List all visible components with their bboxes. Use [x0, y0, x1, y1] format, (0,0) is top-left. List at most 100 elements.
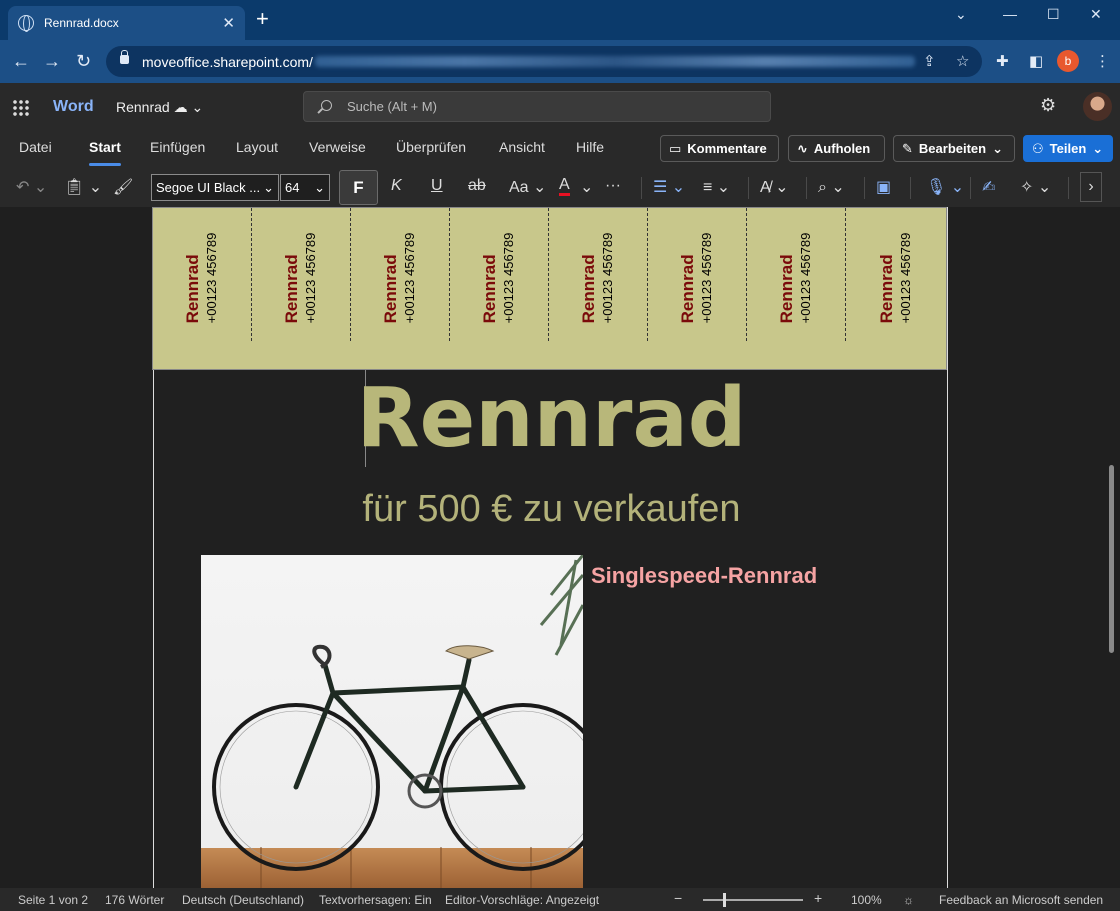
toolbar-divider	[748, 177, 749, 199]
chevron-down-icon: ⌄	[992, 140, 1004, 156]
tear-off-strip: Rennrad +00123 456789	[648, 208, 747, 341]
document-name[interactable]: Rennrad ☁ ⌄	[116, 99, 203, 116]
back-icon[interactable]: ←	[12, 51, 30, 72]
word-count[interactable]: 176 Wörter	[105, 893, 164, 907]
minimize-icon[interactable]: —	[1003, 6, 1017, 22]
bold-button[interactable]: F	[339, 170, 378, 205]
find-icon[interactable]: ⌕ ⌄	[818, 177, 845, 197]
display-settings-icon[interactable]: ☼	[903, 893, 914, 907]
editor-icon[interactable]: ✍︎	[982, 177, 995, 197]
chevron-down-icon[interactable]: ⌄	[580, 177, 593, 197]
bookmark-star-icon[interactable]: ☆	[956, 52, 969, 70]
reload-icon[interactable]: ↻	[76, 51, 91, 72]
zoom-slider[interactable]	[703, 893, 803, 907]
text-predictions[interactable]: Textvorhersagen: Ein	[319, 893, 432, 907]
tear-off-strip: Rennrad +00123 456789	[747, 208, 846, 341]
editor-suggestions[interactable]: Editor-Vorschläge: Angezeigt	[445, 893, 599, 907]
feedback-link[interactable]: Feedback an Microsoft senden	[939, 893, 1103, 907]
tab-einfuegen[interactable]: Einfügen	[150, 139, 205, 155]
tab-verweise[interactable]: Verweise	[309, 139, 366, 155]
app-launcher-icon[interactable]	[12, 99, 29, 116]
vertical-scrollbar[interactable]	[1109, 465, 1114, 653]
toolbar-divider	[910, 177, 911, 199]
zoom-slider-knob[interactable]	[723, 893, 726, 907]
tear-off-strip: Rennrad +00123 456789	[252, 208, 351, 341]
tear-off-strip: Rennrad +00123 456789	[876, 232, 913, 324]
tear-off-strip: Rennrad +00123 456789	[549, 208, 648, 341]
document-canvas: Rennrad +00123 456789 Rennrad +00123 45678…	[0, 207, 1120, 888]
tear-off-strip: Rennrad +00123 456789	[351, 208, 450, 341]
zoom-out-icon[interactable]: −	[674, 890, 682, 906]
close-window-icon[interactable]: ✕	[1090, 6, 1102, 23]
language[interactable]: Deutsch (Deutschland)	[182, 893, 304, 907]
designer-wand-icon[interactable]: ✧ ⌄	[1020, 177, 1051, 197]
change-case-button[interactable]: Aa ⌄	[509, 177, 546, 197]
zoom-in-icon[interactable]: +	[814, 890, 822, 906]
toolbar-divider	[806, 177, 807, 199]
tear-off-strips: Rennrad +00123 456789 Rennrad +00123 45678…	[152, 207, 947, 370]
edit-mode-button[interactable]: ✎ Bearbeiten ⌄	[893, 135, 1015, 162]
ribbon-expand-chevron-icon[interactable]: ›	[1080, 172, 1102, 202]
url-host: moveoffice.sharepoint.com/	[142, 53, 313, 70]
align-icon[interactable]: ≡ ⌄	[703, 177, 730, 197]
bicycle-photo[interactable]	[201, 555, 583, 888]
bullets-icon[interactable]: ☰ ⌄	[653, 177, 685, 197]
bicycle-illustration	[212, 555, 583, 888]
strikethrough-button[interactable]: ab	[468, 177, 486, 195]
tab-ansicht[interactable]: Ansicht	[499, 139, 545, 155]
comments-button[interactable]: ▭ Kommentare	[660, 135, 779, 162]
share-button[interactable]: ⚇ Teilen ⌄	[1023, 135, 1113, 162]
profile-avatar[interactable]: b	[1057, 50, 1079, 72]
format-painter-icon[interactable]: 🖌︎	[113, 177, 133, 197]
italic-button[interactable]: K	[391, 177, 402, 195]
ribbon-tabs: Datei Start Einfügen Layout Verweise Übe…	[0, 129, 1120, 167]
browser-menu-icon[interactable]: ⋮	[1095, 52, 1110, 70]
cloud-sync-icon: ☁	[173, 99, 188, 115]
tab-start[interactable]: Start	[89, 139, 121, 166]
user-avatar[interactable]	[1083, 92, 1112, 121]
catchup-button[interactable]: ∿ Aufholen	[788, 135, 885, 162]
forward-icon[interactable]: →	[43, 51, 61, 72]
share-page-icon[interactable]: ⇪	[923, 52, 936, 70]
extensions-icon[interactable]: ✚	[996, 52, 1009, 70]
globe-icon	[18, 15, 34, 32]
tab-hilfe[interactable]: Hilfe	[576, 139, 604, 155]
tab-ueberpruefen[interactable]: Überprüfen	[396, 139, 466, 155]
url-field[interactable]: moveoffice.sharepoint.com/ ⇪ ☆	[106, 46, 982, 77]
paste-icon[interactable]: 📋︎ ⌄	[64, 177, 102, 197]
url-path-redacted	[314, 56, 915, 67]
tab-layout[interactable]: Layout	[236, 139, 278, 155]
price-subline[interactable]: für 500 € zu verkaufen	[154, 487, 949, 531]
reuse-files-icon[interactable]: ▣	[876, 177, 891, 197]
dictate-microphone-icon[interactable]: 🎙︎ ⌄	[926, 177, 964, 197]
formatting-toolbar: ↶ ⌄ 📋︎ ⌄ 🖌︎ Segoe UI Black ... ⌄ 64 ⌄ F K …	[0, 167, 1120, 207]
toolbar-divider	[970, 177, 971, 199]
tab-datei[interactable]: Datei	[19, 139, 52, 155]
undo-icon[interactable]: ↶ ⌄	[16, 177, 47, 197]
browser-tab-bar: Rennrad.docx ✕ + ⌄ — ☐ ✕	[0, 0, 1120, 40]
underline-button[interactable]: U	[431, 177, 443, 195]
comment-icon: ▭	[669, 140, 682, 156]
font-size-select[interactable]: 64 ⌄	[280, 174, 330, 201]
lock-icon	[120, 50, 129, 64]
tab-title: Rennrad.docx	[44, 16, 119, 30]
font-name-select[interactable]: Segoe UI Black ... ⌄	[151, 174, 279, 201]
document-page[interactable]: Rennrad +00123 456789 Rennrad +00123 45678…	[152, 207, 949, 888]
search-input[interactable]: Suche (Alt + M)	[303, 91, 771, 122]
browser-tab[interactable]: Rennrad.docx ✕	[8, 6, 245, 40]
zoom-level[interactable]: 100%	[851, 893, 882, 907]
side-panel-icon[interactable]: ◧	[1029, 52, 1043, 70]
headline[interactable]: Rennrad	[154, 369, 949, 469]
app-name[interactable]: Word	[53, 98, 94, 116]
new-tab-button[interactable]: +	[256, 8, 269, 30]
settings-gear-icon[interactable]: ⚙	[1040, 95, 1056, 116]
maximize-icon[interactable]: ☐	[1047, 6, 1060, 23]
font-color-button[interactable]: A	[559, 177, 570, 196]
photo-caption[interactable]: Singlespeed-Rennrad	[591, 563, 817, 589]
more-options-button[interactable]: ···	[605, 177, 621, 195]
styles-icon[interactable]: A̸ ⌄	[760, 177, 789, 197]
tab-search-icon[interactable]: ⌄	[955, 6, 967, 23]
close-tab-icon[interactable]: ✕	[222, 14, 235, 32]
toolbar-divider	[641, 177, 642, 199]
page-count[interactable]: Seite 1 von 2	[18, 893, 88, 907]
